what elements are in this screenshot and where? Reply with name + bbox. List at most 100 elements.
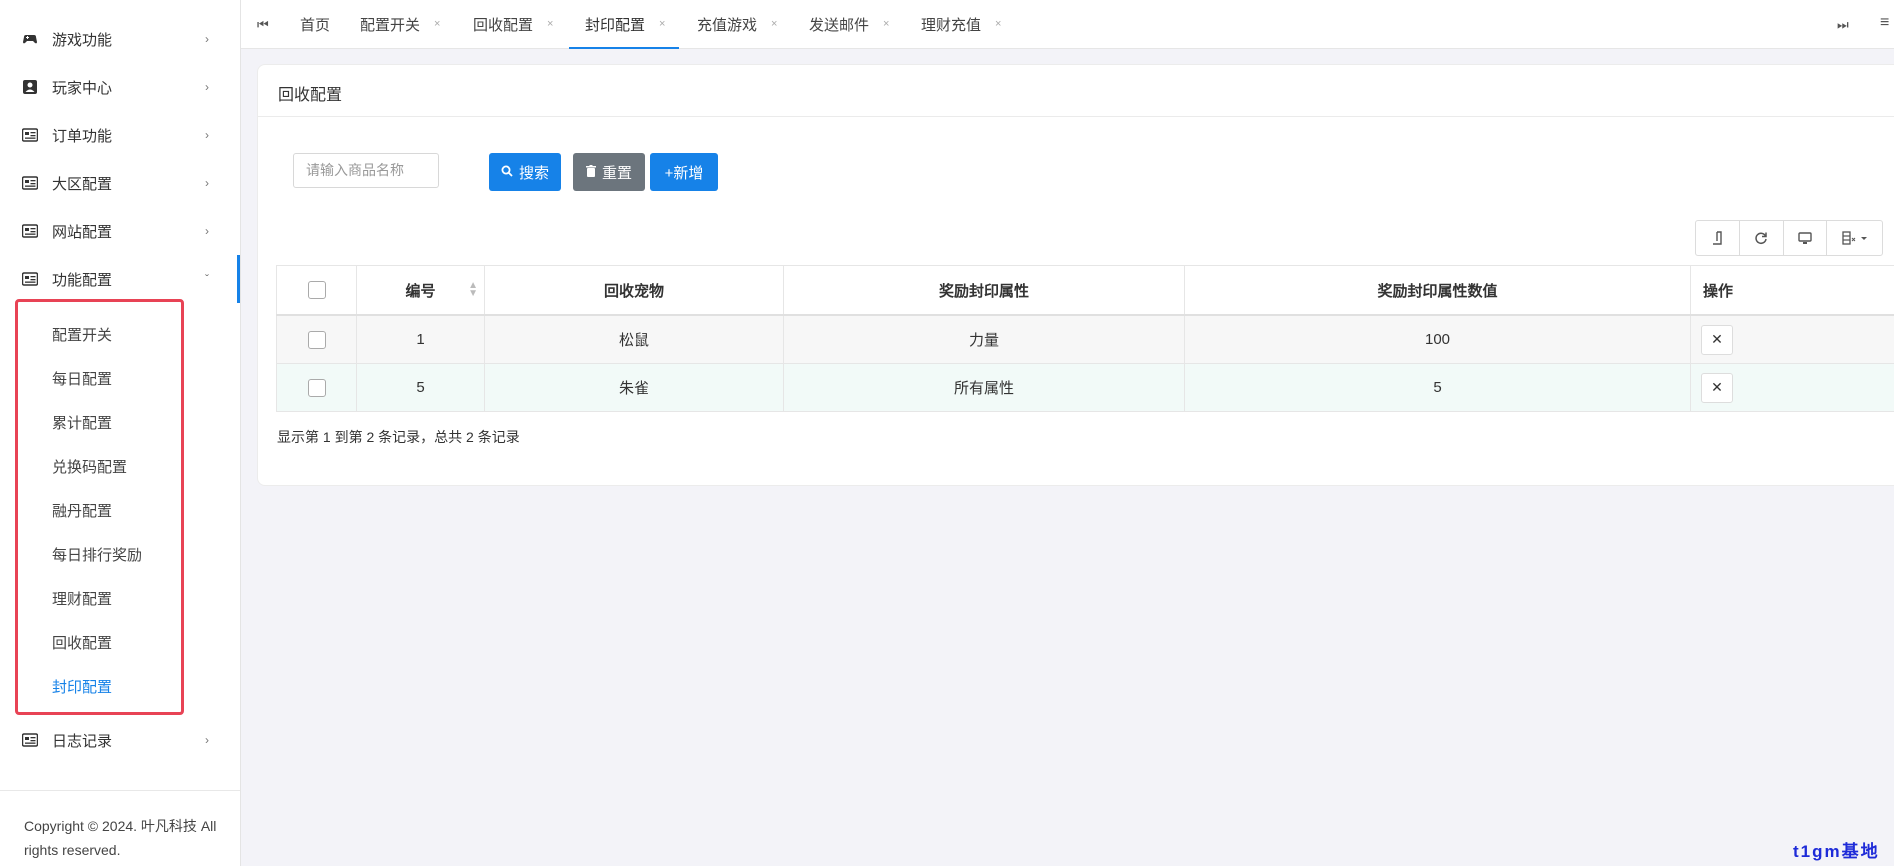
tab-recycle-config[interactable]: 回收配置 × bbox=[473, 0, 553, 48]
product-name-search-input[interactable] bbox=[293, 153, 439, 188]
chevron-right-icon: › bbox=[205, 176, 209, 190]
pagination-info: 显示第 1 到第 2 条记录，总共 2 条记录 bbox=[277, 429, 520, 445]
tab-label: 首页 bbox=[300, 16, 331, 34]
card-view-icon[interactable] bbox=[1784, 221, 1828, 255]
copyright-text: Copyright © 2024. 叶凡科技 All rights reserv… bbox=[24, 818, 217, 858]
cell-id: 5 bbox=[356, 363, 485, 412]
sidebar-item-game-functions[interactable]: 游戏功能 › bbox=[0, 15, 240, 63]
search-icon bbox=[501, 165, 513, 180]
table-row: 5 朱雀 所有属性 5 ✕ bbox=[276, 363, 1894, 412]
trash-icon bbox=[585, 164, 596, 180]
row-checkbox[interactable] bbox=[307, 378, 326, 397]
table-toolbar bbox=[1695, 220, 1883, 256]
column-header-id[interactable]: 编号 ▲ ▼ bbox=[356, 265, 485, 316]
cell-actions: ✕ bbox=[1690, 314, 1894, 364]
tab-finance-recharge[interactable]: 理财充值 × bbox=[921, 0, 1001, 48]
tab-bar: ⏮ 首页 配置开关 × 回收配置 × 封印配置 × 充值游戏 × 发送邮件 × … bbox=[241, 0, 1894, 49]
select-all-cell bbox=[276, 265, 357, 316]
column-header-value: 奖励封印属性数值 bbox=[1184, 265, 1691, 316]
list-card-icon bbox=[21, 732, 39, 748]
submenu-item-finance-config[interactable]: 理财配置 bbox=[52, 584, 112, 612]
search-button[interactable]: 搜索 bbox=[489, 153, 561, 191]
column-header-actions: 操作 bbox=[1690, 265, 1894, 316]
tab-label: 充值游戏 bbox=[697, 16, 758, 34]
menu-icon[interactable]: ≡ bbox=[1880, 14, 1889, 32]
cell-id: 1 bbox=[356, 314, 485, 364]
row-checkbox[interactable] bbox=[307, 330, 326, 349]
tab-config-switch[interactable]: 配置开关 × bbox=[360, 0, 440, 48]
table-row: 1 松鼠 力量 100 ✕ bbox=[276, 314, 1894, 364]
cell-pet: 朱雀 bbox=[484, 363, 784, 412]
user-card-icon bbox=[22, 79, 38, 95]
watermark: t1gm基地 bbox=[1793, 842, 1880, 861]
tab-close-icon[interactable]: × bbox=[771, 18, 777, 30]
tab-close-icon[interactable]: × bbox=[659, 18, 665, 30]
cell-pet: 松鼠 bbox=[484, 314, 784, 364]
cell-value: 5 bbox=[1184, 363, 1691, 412]
seal-config-table: 编号 ▲ ▼ 回收宠物 奖励封印属性 奖励封印属性数值 操作 1 松鼠 力量 10… bbox=[276, 265, 1894, 412]
chevron-right-icon: › bbox=[205, 128, 209, 142]
sidebar-item-label: 订单功能 bbox=[52, 127, 113, 145]
sidebar-item-player-center[interactable]: 玩家中心 › bbox=[0, 63, 240, 111]
submenu-item-seal-config[interactable]: 封印配置 bbox=[52, 672, 112, 700]
tab-close-icon[interactable]: × bbox=[434, 18, 440, 30]
fullscreen-toggle-icon[interactable] bbox=[1696, 221, 1740, 255]
submenu-item-redeem-code-config[interactable]: 兑换码配置 bbox=[52, 452, 127, 480]
column-header-pet: 回收宠物 bbox=[484, 265, 784, 316]
chevron-right-icon: › bbox=[205, 80, 209, 94]
tab-close-icon[interactable]: × bbox=[547, 18, 553, 30]
sidebar: 游戏功能 › 玩家中心 › 订单功能 › 大区配置 › 网站配置 › 功能配置 … bbox=[0, 0, 241, 866]
column-header-label: 编号 bbox=[405, 282, 436, 300]
search-button-label: 搜索 bbox=[518, 164, 549, 182]
tab-home[interactable]: 首页 bbox=[300, 0, 330, 48]
sidebar-item-website-config[interactable]: 网站配置 › bbox=[0, 207, 240, 255]
table-header-row: 编号 ▲ ▼ 回收宠物 奖励封印属性 奖励封印属性数值 操作 bbox=[276, 265, 1894, 316]
chevron-right-icon: › bbox=[205, 733, 209, 747]
columns-dropdown-icon[interactable] bbox=[1827, 221, 1882, 255]
card-divider bbox=[258, 116, 1894, 117]
submenu-item-daily-config[interactable]: 每日配置 bbox=[52, 364, 112, 392]
select-all-checkbox[interactable] bbox=[307, 281, 326, 300]
add-button[interactable]: +新增 bbox=[650, 153, 718, 191]
tab-seal-config[interactable]: 封印配置 × bbox=[569, 0, 680, 49]
cell-attr: 力量 bbox=[783, 314, 1185, 364]
sidebar-item-label: 功能配置 bbox=[52, 271, 113, 289]
cell-actions: ✕ bbox=[1690, 363, 1894, 412]
sidebar-item-region-config[interactable]: 大区配置 › bbox=[0, 159, 240, 207]
list-card-icon bbox=[21, 223, 39, 239]
sidebar-item-log-records[interactable]: 日志记录 › bbox=[0, 716, 240, 764]
sidebar-item-function-config[interactable]: 功能配置 ˇ bbox=[0, 255, 240, 303]
sidebar-item-label: 日志记录 bbox=[52, 732, 113, 750]
content-card: 回收配置 搜索 重置 +新增 bbox=[257, 64, 1894, 486]
submenu-item-config-switch[interactable]: 配置开关 bbox=[52, 320, 112, 348]
list-card-icon bbox=[21, 175, 39, 191]
delete-button[interactable]: ✕ bbox=[1701, 324, 1733, 355]
sort-icon: ▲ ▼ bbox=[468, 280, 478, 299]
tab-close-icon[interactable]: × bbox=[883, 18, 889, 30]
gamepad-icon bbox=[22, 31, 38, 47]
tab-label: 回收配置 bbox=[473, 16, 534, 34]
tab-label: 配置开关 bbox=[360, 16, 421, 34]
reset-button[interactable]: 重置 bbox=[573, 153, 645, 191]
tab-close-icon[interactable]: × bbox=[995, 18, 1001, 30]
sidebar-item-label: 游戏功能 bbox=[52, 31, 113, 49]
page-title: 回收配置 bbox=[278, 87, 343, 104]
chevron-right-icon: › bbox=[205, 32, 209, 46]
submenu-item-daily-ranking-reward[interactable]: 每日排行奖励 bbox=[52, 540, 142, 568]
submenu-item-fusion-config[interactable]: 融丹配置 bbox=[52, 496, 112, 524]
scroll-first-tab-icon[interactable]: ⏮ bbox=[257, 17, 269, 33]
reset-button-label: 重置 bbox=[601, 164, 632, 182]
submenu-item-recycle-config[interactable]: 回收配置 bbox=[52, 628, 112, 656]
column-header-attr: 奖励封印属性 bbox=[783, 265, 1185, 316]
sidebar-item-order-functions[interactable]: 订单功能 › bbox=[0, 111, 240, 159]
chevron-down-icon: ˇ bbox=[205, 272, 209, 286]
cell-value: 100 bbox=[1184, 314, 1691, 364]
sidebar-item-label: 玩家中心 bbox=[52, 79, 113, 97]
submenu-item-cumulative-config[interactable]: 累计配置 bbox=[52, 408, 112, 436]
refresh-icon[interactable] bbox=[1740, 221, 1784, 255]
tab-send-mail[interactable]: 发送邮件 × bbox=[809, 0, 889, 48]
tab-recharge-game[interactable]: 充值游戏 × bbox=[697, 0, 777, 48]
scroll-last-tab-icon[interactable]: ⏭ bbox=[1837, 17, 1849, 33]
delete-button[interactable]: ✕ bbox=[1701, 372, 1733, 403]
sidebar-footer-divider bbox=[0, 790, 240, 791]
